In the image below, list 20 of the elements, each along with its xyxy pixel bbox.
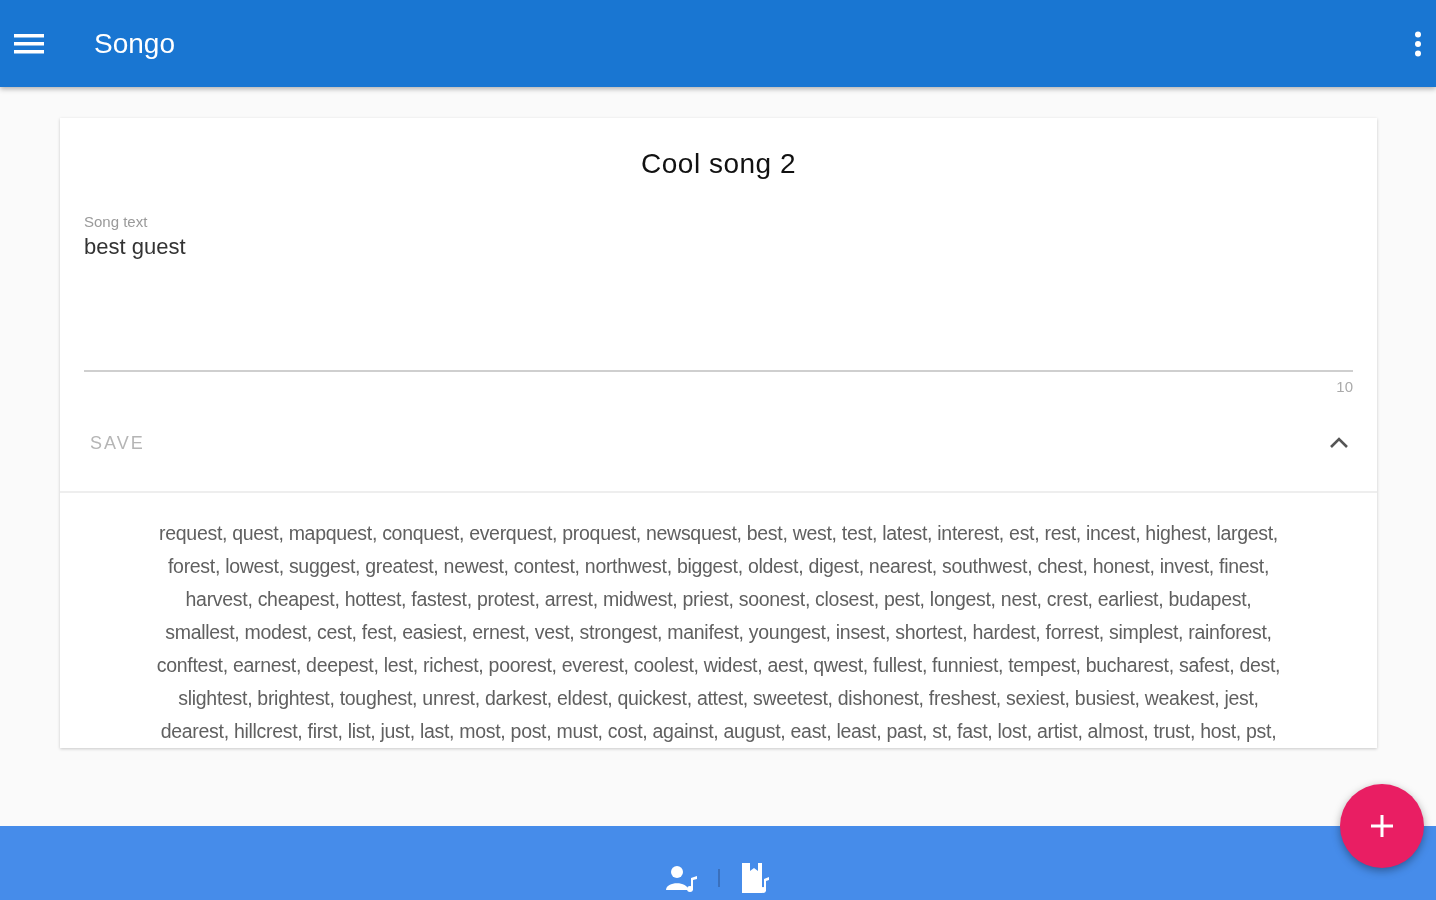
person-music-icon[interactable] (666, 864, 698, 892)
rhyme-line: harvest, cheapest, hottest, fastest, protest, arrest, midwest, priest, soonest, closest, pest, longest, nest, crest, earliest, budapest, (184, 587, 1253, 612)
song-title: Cool song 2 (640, 147, 797, 180)
rhyme-line: forest, lowest, suggest, greatest, newest, contest, northwest, biggest, oldest, digest, nearest, southwest, chest, honest, invest, finest, (166, 554, 1270, 579)
character-counter: 10 (1336, 378, 1353, 395)
more-options-icon[interactable] (1414, 30, 1422, 57)
rhyme-line: smallest, modest, cest, fest, easiest, ernest, vest, strongest, manifest, youngest, insest, shortest, hardest, forrest, simplest, rainforest, (164, 620, 1273, 645)
rhyme-line: dearest, hillcrest, first, list, just, last, most, post, must, cost, against, august, east, least, past, st, fast, lost, artist, almost, trust, host, pst, (159, 719, 1278, 744)
rhyme-line: conftest, earnest, deepest, lest, richest, poorest, everest, coolest, widest, aest, qwest, fullest, funniest, tempest, bucharest, safest, dest, (155, 653, 1282, 678)
rhyme-line: request, quest, mapquest, conquest, everquest, proquest, newsquest, best, west, test, latest, interest, est, rest, incest, highest, largest, (158, 521, 1279, 546)
rhyme-line: slightest, brightest, toughest, unrest, darkest, eldest, quickest, attest, sweetest, dishonest, freshest, sexiest, busiest, weakest, jest, (177, 686, 1260, 711)
chevron-icon[interactable] (1329, 437, 1349, 449)
field-value: best guest (84, 234, 186, 260)
document-music-icon[interactable] (740, 861, 770, 895)
app-title: Songo (94, 27, 175, 60)
menu-icon[interactable] (14, 32, 44, 55)
field-label: Song text (84, 213, 148, 230)
plus-icon (1370, 814, 1394, 838)
song-text-field[interactable]: Song text best guest (84, 213, 1353, 372)
add-button[interactable] (1340, 784, 1424, 868)
